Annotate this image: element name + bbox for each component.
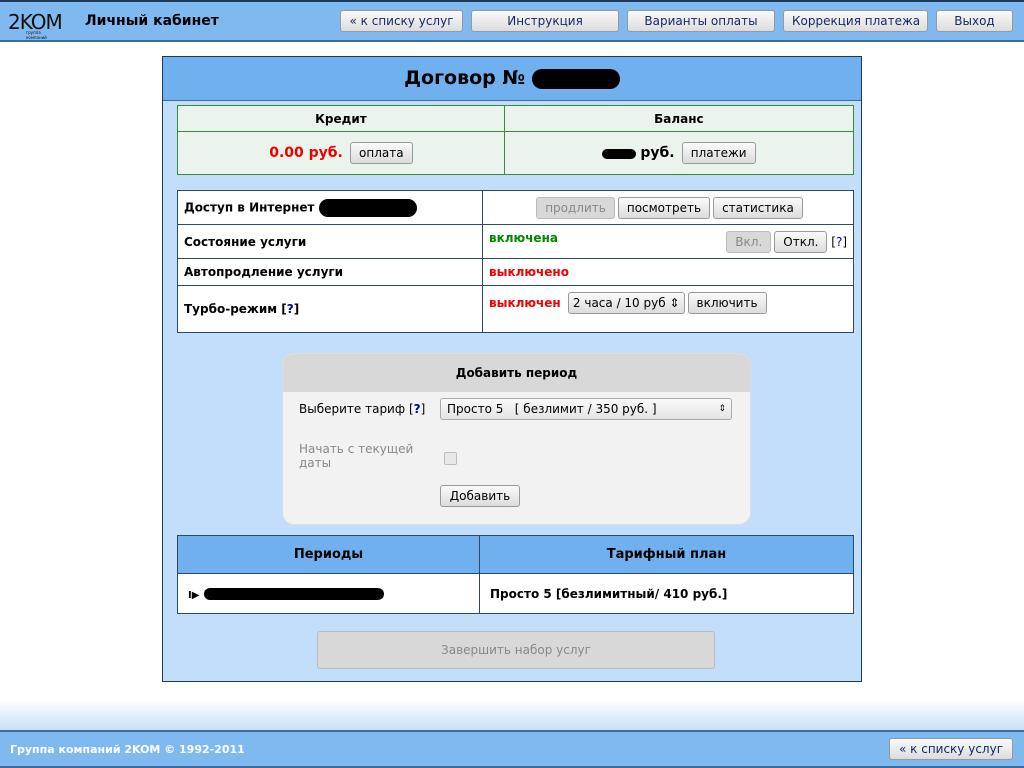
- expand-icon[interactable]: I▶: [188, 590, 199, 601]
- add-period-title: Добавить период: [283, 354, 750, 392]
- logout-button[interactable]: Выход: [936, 10, 1013, 32]
- tariff-label: Выберите тариф [?]: [299, 402, 426, 416]
- payment-correction-button[interactable]: Коррекция платежа: [783, 10, 928, 32]
- periods-header: Периоды: [177, 535, 480, 574]
- statistics-button[interactable]: статистика: [713, 196, 803, 219]
- redacted: [602, 148, 637, 159]
- contract-title: Договор №: [163, 57, 861, 101]
- turbo-label: Турбо-режим: [184, 302, 278, 316]
- redacted: [318, 198, 417, 217]
- footer: Группа компаний 2KOM © 1992-2011 « к спи…: [0, 730, 1024, 768]
- start-date-checkbox[interactable]: [444, 452, 457, 465]
- disable-button[interactable]: Откл.: [774, 230, 828, 253]
- add-period-box: Добавить период Выберите тариф [?] Прост…: [282, 353, 751, 525]
- extend-button[interactable]: продлить: [536, 196, 615, 219]
- instructions-button[interactable]: Инструкция: [471, 10, 619, 32]
- balance-label: Баланс: [503, 104, 855, 133]
- turbo-help-link[interactable]: ?: [287, 302, 294, 316]
- internet-label: Доступ в Интернет: [184, 200, 315, 214]
- finance-table: Кредит Баланс 0.00 руб. оплата руб. плате…: [177, 104, 855, 175]
- top-bar: 2KOM группа компаний Личный кабинет « к с…: [0, 0, 1024, 42]
- pay-button[interactable]: оплата: [350, 142, 413, 165]
- start-date-label: Начать с текущей даты: [299, 442, 414, 470]
- app-title: Личный кабинет: [85, 13, 219, 29]
- turbo-enable-button[interactable]: включить: [687, 292, 767, 314]
- credit-value: 0.00 руб.: [269, 145, 343, 162]
- state-label: Состояние услуги: [177, 224, 483, 259]
- services-table: Доступ в Интернет продлить посмотреть стат…: [177, 190, 854, 333]
- footer-fade: [0, 700, 1024, 730]
- footer-back-button[interactable]: « к списку услуг: [889, 738, 1013, 760]
- finish-button[interactable]: Завершить набор услуг: [317, 631, 715, 669]
- balance-currency: руб.: [640, 145, 675, 162]
- add-button[interactable]: Добавить: [440, 485, 520, 507]
- plan-cell: Просто 5 [безлимитный/ 410 руб.]: [479, 573, 854, 614]
- copyright: Группа компаний 2KOM © 1992-2011: [10, 743, 245, 756]
- table-row: I▶ Просто 5 [безлимитный/ 410 руб.]: [177, 573, 854, 614]
- turbo-value: выключен: [489, 296, 561, 310]
- periods-table: Периоды Тарифный план I▶ Просто 5 [безлим…: [177, 535, 854, 614]
- enable-button[interactable]: Вкл.: [726, 230, 772, 253]
- autorenew-value: выключено: [489, 265, 569, 279]
- plan-header: Тарифный план: [479, 535, 854, 574]
- view-button[interactable]: посмотреть: [617, 196, 711, 219]
- state-value: включена: [489, 230, 558, 245]
- turbo-option-select[interactable]: 2 часа / 10 руб ⇕: [567, 292, 685, 314]
- tariff-select[interactable]: Просто 5 [ безлимит / 350 руб. ] ⇕: [440, 398, 732, 420]
- tariff-help-link[interactable]: ?: [414, 402, 421, 416]
- credit-label: Кредит: [177, 104, 505, 133]
- contract-panel: Договор № Кредит Баланс 0.00 руб. оплата …: [162, 56, 862, 682]
- back-to-services-button[interactable]: « к списку услуг: [340, 10, 463, 32]
- logo: 2KOM группа компаний: [8, 10, 63, 40]
- autorenew-label: Автопродление услуги: [177, 258, 483, 286]
- redacted: [203, 588, 384, 600]
- redacted: [531, 68, 620, 89]
- payments-button[interactable]: платежи: [681, 142, 756, 165]
- help-link[interactable]: ?: [836, 235, 842, 249]
- payment-options-button[interactable]: Варианты оплаты: [627, 10, 775, 32]
